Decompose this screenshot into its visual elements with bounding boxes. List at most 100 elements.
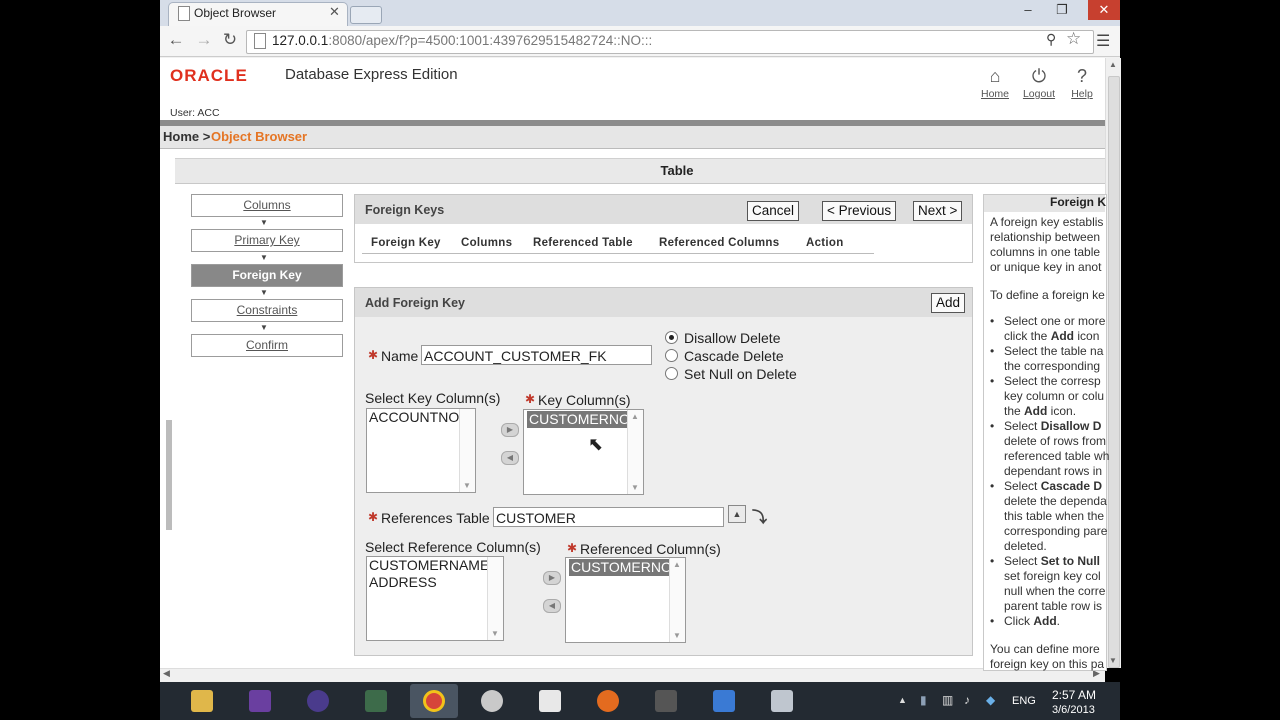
- language-indicator[interactable]: ENG: [1012, 695, 1036, 707]
- header-home-link[interactable]: ⌂ Home: [975, 64, 1015, 100]
- move-right-icon[interactable]: ▶: [501, 423, 519, 437]
- cascade-delete-label[interactable]: Cascade Delete: [684, 348, 784, 364]
- bullet-icon: •: [990, 374, 995, 388]
- add-foreign-key-title: Add Foreign Key: [365, 296, 466, 310]
- home-icon: ⌂: [989, 66, 1001, 86]
- help-item-line: Select Cascade D: [1004, 479, 1103, 493]
- disallow-delete-label[interactable]: Disallow Delete: [684, 330, 780, 346]
- column-header-columns: Columns: [461, 237, 513, 249]
- step-arrow-icon: ▼: [260, 253, 268, 262]
- refresh-icon[interactable]: ⤵: [752, 506, 767, 527]
- window-close-icon[interactable]: ✕: [1088, 0, 1120, 20]
- cancel-button[interactable]: Cancel: [747, 201, 800, 221]
- volume-icon[interactable]: ♪: [964, 693, 970, 707]
- network-icon[interactable]: ▥: [942, 693, 953, 707]
- taskbar-app[interactable]: [700, 684, 748, 718]
- add-button[interactable]: Add: [931, 293, 966, 313]
- star-icon[interactable]: ☆: [1066, 29, 1081, 49]
- search-icon[interactable]: ⚲: [1046, 31, 1056, 48]
- wizard-step-constraints[interactable]: Constraints: [191, 299, 343, 322]
- wizard-step-columns[interactable]: Columns: [191, 194, 343, 217]
- taskbar-app[interactable]: [352, 684, 400, 718]
- help-icon: ?: [1076, 66, 1087, 86]
- breadcrumb-home[interactable]: Home >: [163, 129, 210, 144]
- taskbar-app[interactable]: [294, 684, 342, 718]
- close-tab-icon[interactable]: ✕: [329, 4, 340, 20]
- menu-icon[interactable]: ☰: [1096, 31, 1110, 51]
- key-columns-list[interactable]: CUSTOMERNO ▲ ▼: [523, 409, 644, 495]
- file-explorer-icon: [191, 690, 213, 712]
- taskbar-app[interactable]: [526, 684, 574, 718]
- scroll-left-icon[interactable]: ◀: [163, 668, 170, 679]
- list-item-selected[interactable]: CUSTOMERNO: [566, 558, 685, 576]
- select-reference-columns-list[interactable]: CUSTOMERNAME ADDRESS ▼: [366, 556, 504, 641]
- taskbar-app[interactable]: [236, 684, 284, 718]
- help-title: Foreign K: [1050, 195, 1106, 209]
- move-left-icon[interactable]: ◀: [501, 451, 519, 465]
- list-of-values-icon[interactable]: ▲: [728, 505, 746, 523]
- bullet-icon: •: [990, 314, 995, 328]
- list-scrollbar[interactable]: ▼: [459, 409, 475, 492]
- previous-button[interactable]: < Previous: [822, 201, 897, 221]
- list-item[interactable]: ADDRESS: [367, 574, 503, 591]
- app-name: Database Express Edition: [285, 66, 458, 83]
- help-item-line: the corresponding: [1004, 359, 1101, 373]
- taskbar-app[interactable]: [178, 684, 226, 718]
- select-key-columns-list[interactable]: ACCOUNTNO ▼: [366, 408, 476, 493]
- help-item-line: Select the table na: [1004, 344, 1104, 358]
- column-header-referenced-columns: Referenced Columns: [659, 237, 780, 249]
- tray-expand-icon[interactable]: ▲: [898, 695, 907, 705]
- forward-icon[interactable]: →: [194, 30, 214, 50]
- help-intro-line: or unique key in anot: [990, 260, 1102, 274]
- clock-date[interactable]: 3/6/2013: [1052, 704, 1095, 716]
- taskbar-app[interactable]: [758, 684, 806, 718]
- list-item-selected[interactable]: CUSTOMERNO: [524, 410, 643, 428]
- taskbar-app-active[interactable]: [410, 684, 458, 718]
- help-item-line: delete of rows from: [1004, 434, 1107, 448]
- header-help-link[interactable]: ? Help: [1062, 64, 1102, 100]
- next-button[interactable]: Next >: [913, 201, 963, 221]
- references-table-input[interactable]: CUSTOMER: [493, 507, 724, 527]
- clock-time[interactable]: 2:57 AM: [1052, 688, 1096, 702]
- page-icon: [254, 33, 266, 49]
- header-logout-link[interactable]: ⏻ Logout: [1019, 64, 1059, 100]
- help-item-line: this table when the: [1004, 509, 1105, 523]
- collapse-handle[interactable]: [166, 420, 172, 530]
- move-left-icon[interactable]: ◀: [543, 599, 561, 613]
- required-icon: ✱: [368, 348, 379, 362]
- scroll-down-icon[interactable]: ▼: [1109, 656, 1117, 665]
- help-item-line: delete the dependa: [1004, 494, 1107, 508]
- region-title: Table: [660, 163, 694, 178]
- fk-name-input[interactable]: ACCOUNT_CUSTOMER_FK: [421, 345, 652, 365]
- taskbar-app[interactable]: [584, 684, 632, 718]
- disallow-delete-radio[interactable]: [665, 331, 678, 344]
- reload-icon[interactable]: ↻: [220, 30, 240, 50]
- minimize-icon[interactable]: –: [1016, 0, 1040, 20]
- move-right-icon[interactable]: ▶: [543, 571, 561, 585]
- help-item-line: referenced table wh: [1004, 449, 1110, 463]
- tray-icon[interactable]: ▮: [920, 693, 927, 707]
- referenced-columns-list[interactable]: CUSTOMERNO ▲ ▼: [565, 557, 686, 643]
- back-icon[interactable]: ←: [166, 30, 186, 50]
- sublime-icon: [713, 690, 735, 712]
- taskbar-app[interactable]: [642, 684, 690, 718]
- set-null-radio[interactable]: [665, 367, 678, 380]
- wizard-step-primary-key[interactable]: Primary Key: [191, 229, 343, 252]
- list-scrollbar[interactable]: ▲ ▼: [669, 558, 685, 642]
- scroll-up-icon[interactable]: ▲: [1109, 60, 1117, 69]
- taskbar-app[interactable]: [468, 684, 516, 718]
- set-null-label[interactable]: Set Null on Delete: [684, 366, 797, 382]
- horizontal-scrollbar[interactable]: [160, 668, 1105, 683]
- list-scrollbar[interactable]: ▼: [487, 557, 503, 640]
- restore-icon[interactable]: ❐: [1050, 0, 1074, 20]
- url-text[interactable]: 127.0.0.1:8080/apex/f?p=4500:1001:439762…: [272, 33, 652, 48]
- list-item[interactable]: CUSTOMERNAME: [367, 557, 503, 574]
- eclipse-icon: [307, 690, 329, 712]
- bullet-icon: •: [990, 554, 995, 568]
- video-camera-icon: [655, 690, 677, 712]
- list-scrollbar[interactable]: ▲ ▼: [627, 410, 643, 494]
- wizard-step-confirm[interactable]: Confirm: [191, 334, 343, 357]
- cascade-delete-radio[interactable]: [665, 349, 678, 362]
- dropbox-icon[interactable]: ◆: [986, 693, 995, 707]
- new-tab-button[interactable]: [350, 6, 382, 24]
